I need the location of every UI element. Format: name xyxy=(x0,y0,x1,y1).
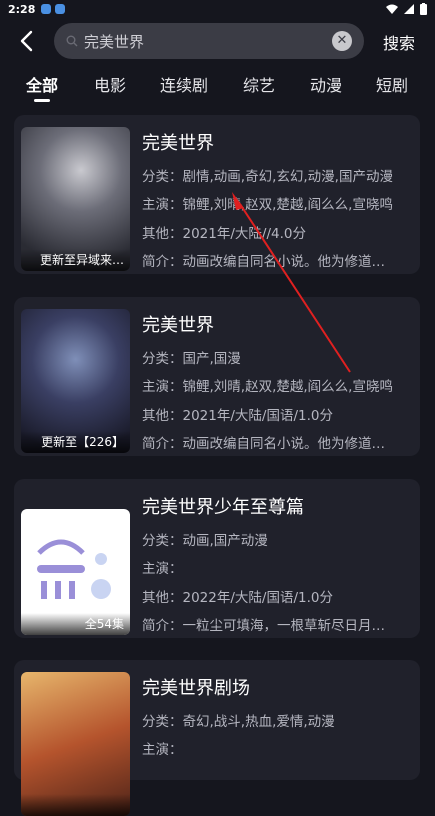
result-title: 完美世界 xyxy=(142,315,214,336)
episode-badge xyxy=(21,794,130,816)
back-button[interactable] xyxy=(12,26,40,56)
poster-image: 更新至【226】 xyxy=(21,309,130,453)
result-genre: 分类：奇幻,战斗,热血,爱情,动漫 xyxy=(142,714,335,730)
search-row: ✕ 搜索 xyxy=(0,20,435,62)
clear-icon[interactable]: ✕ xyxy=(332,31,352,51)
result-cast: 主演： xyxy=(142,561,183,577)
tab-anime[interactable]: 动漫 xyxy=(310,72,342,96)
result-card[interactable]: 全54集 完美世界少年至尊篇 分类：动画,国产动漫 主演： 其他：2022年/大… xyxy=(14,479,420,638)
result-other: 其他：2021年/大陆//4.0分 xyxy=(142,226,306,242)
category-tabs: 全部 电影 连续剧 综艺 动漫 短剧 xyxy=(0,64,435,102)
poster-image: 全54集 xyxy=(21,509,130,635)
search-button[interactable]: 搜索 xyxy=(383,30,415,54)
wifi-icon xyxy=(386,4,398,14)
tab-movies[interactable]: 电影 xyxy=(94,72,126,96)
search-icon xyxy=(66,35,78,47)
result-other: 其他：2021年/大陆/国语/1.0分 xyxy=(142,408,333,424)
result-intro: 简介：动画改编自同名小说。他为修道… xyxy=(142,436,385,452)
search-box[interactable]: ✕ xyxy=(54,23,364,59)
notification-app-icon-2 xyxy=(55,4,66,14)
episode-badge: 更新至【226】 xyxy=(21,431,130,453)
result-card[interactable]: 完美世界剧场 分类：奇幻,战斗,热血,爱情,动漫 主演： xyxy=(14,660,420,816)
result-intro: 简介：一粒尘可填海，一根草斩尽日月… xyxy=(142,618,385,634)
result-title: 完美世界 xyxy=(142,133,214,154)
search-input[interactable] xyxy=(84,32,314,50)
episode-badge: 全54集 xyxy=(21,613,130,635)
tab-variety[interactable]: 综艺 xyxy=(243,72,275,96)
notification-app-icon xyxy=(41,4,52,14)
battery-icon xyxy=(420,3,427,15)
result-card[interactable]: 更新至【226】 完美世界 分类：国产,国漫 主演：锦鲤,刘晴,赵双,楚越,阎么… xyxy=(14,297,420,456)
status-bar: 2:28 xyxy=(0,0,435,18)
result-cast: 主演：锦鲤,刘晴,赵双,楚越,阎么么,宣晓鸣 xyxy=(142,197,393,213)
tab-short-drama[interactable]: 短剧 xyxy=(376,72,408,96)
result-cast: 主演：锦鲤,刘晴,赵双,楚越,阎么么,宣晓鸣 xyxy=(142,379,393,395)
result-genre: 分类：剧情,动画,奇幻,玄幻,动漫,国产动漫 xyxy=(142,169,393,185)
poster-image xyxy=(21,672,130,816)
result-cast: 主演： xyxy=(142,742,183,758)
result-title: 完美世界剧场 xyxy=(142,678,250,699)
poster-image: 更新至异域来… xyxy=(21,127,130,271)
result-card[interactable]: 更新至异域来… 完美世界 分类：剧情,动画,奇幻,玄幻,动漫,国产动漫 主演：锦… xyxy=(14,115,420,274)
tab-series[interactable]: 连续剧 xyxy=(160,72,208,96)
tab-all[interactable]: 全部 xyxy=(26,72,58,102)
result-intro: 简介：动画改编自同名小说。他为修道… xyxy=(142,254,385,270)
back-arrow-icon xyxy=(20,30,33,52)
signal-icon xyxy=(404,4,414,14)
status-time: 2:28 xyxy=(8,2,36,16)
result-title: 完美世界少年至尊篇 xyxy=(142,497,304,518)
result-genre: 分类：国产,国漫 xyxy=(142,351,241,367)
result-genre: 分类：动画,国产动漫 xyxy=(142,533,268,549)
episode-badge: 更新至异域来… xyxy=(21,249,130,271)
result-other: 其他：2022年/大陆/国语/1.0分 xyxy=(142,590,333,606)
